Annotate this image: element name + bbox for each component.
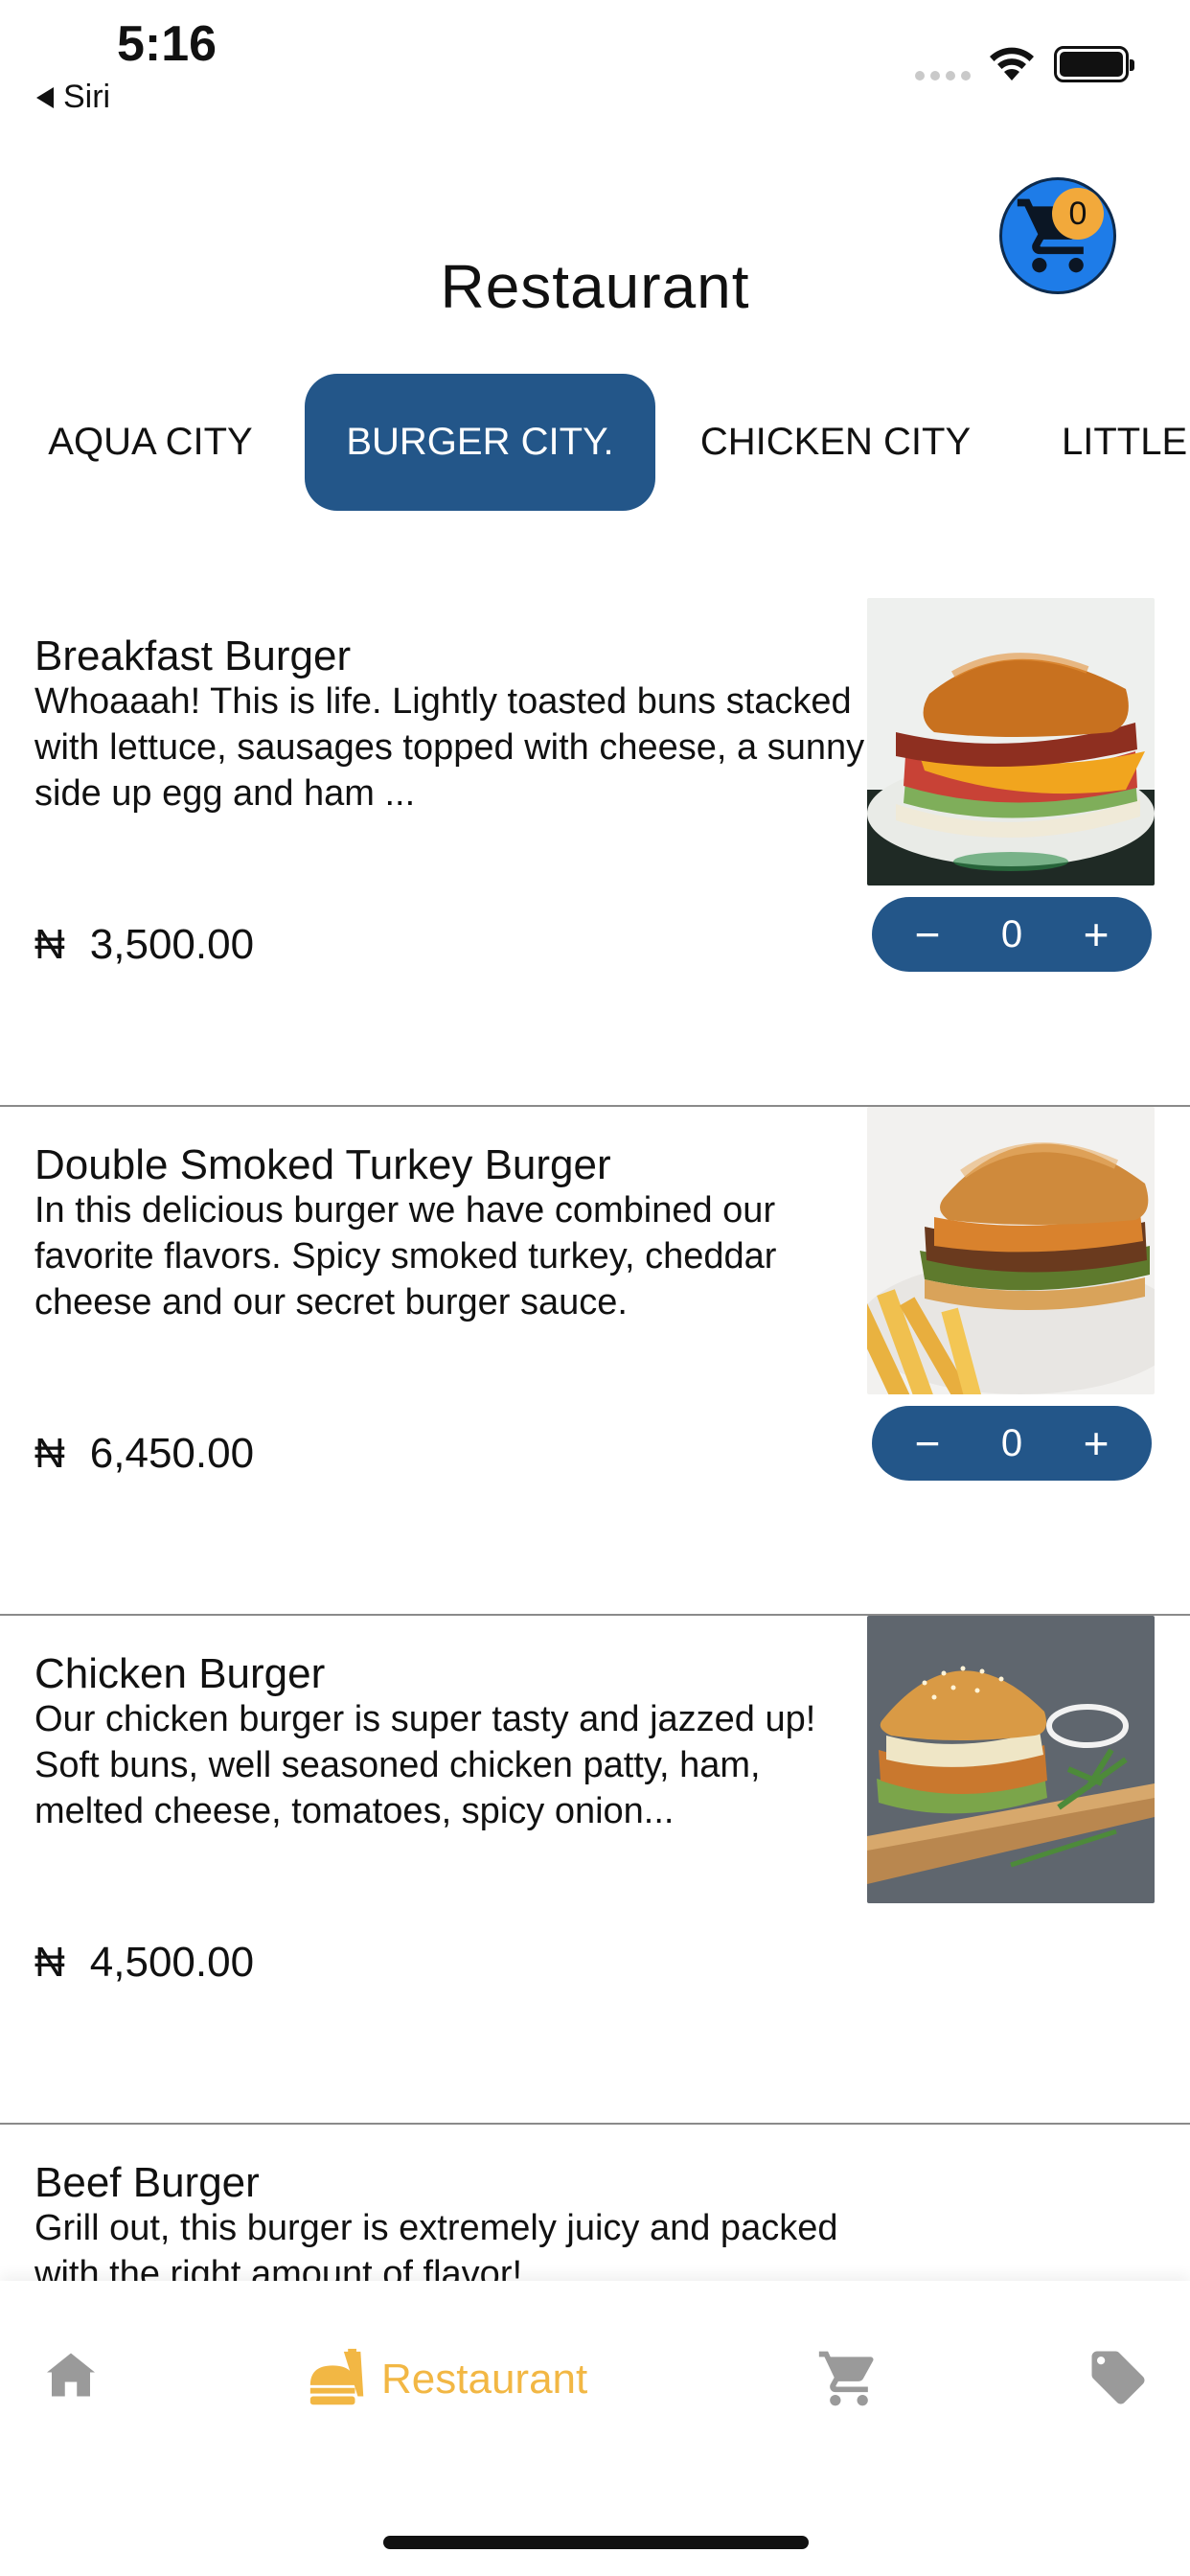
- quantity-stepper[interactable]: − 0 +: [872, 897, 1152, 972]
- restaurant-icon: [309, 2348, 364, 2405]
- item-description: Our chicken burger is super tasty and ja…: [34, 1699, 816, 1831]
- tab-aqua-city[interactable]: AQUA CITY: [21, 374, 280, 511]
- home-icon: [47, 2353, 95, 2397]
- menu-item[interactable]: Breakfast Burger Whoaaah! This is life. …: [0, 598, 1190, 1107]
- quantity-value: 0: [1000, 1421, 1023, 1464]
- nav-restaurant-label: Restaurant: [381, 2356, 588, 2403]
- item-name: Double Smoked Turkey Burger: [34, 1141, 611, 1188]
- category-tabs: AQUA CITY BURGER CITY. CHICKEN CITY LITT…: [0, 374, 1190, 511]
- item-name: Chicken Burger: [34, 1650, 326, 1697]
- home-indicator: [383, 2536, 809, 2549]
- menu-item[interactable]: Double Smoked Turkey Burger In this deli…: [0, 1107, 1190, 1616]
- item-price: ₦ 6,450.00: [34, 1430, 254, 1478]
- currency-symbol: ₦: [34, 1430, 65, 1477]
- tab-burger-city[interactable]: BURGER CITY.: [305, 374, 655, 511]
- back-arrow-icon: [36, 86, 54, 108]
- increase-quantity-button[interactable]: +: [1067, 1417, 1125, 1469]
- tab-little-c[interactable]: LITTLE C: [1062, 374, 1190, 511]
- price-value: 3,500.00: [89, 921, 255, 968]
- nav-cart[interactable]: [816, 2346, 881, 2411]
- item-name: Breakfast Burger: [34, 632, 352, 679]
- wifi-icon: [990, 47, 1034, 80]
- back-to-siri-link[interactable]: Siri: [36, 79, 110, 116]
- decrease-quantity-button[interactable]: −: [899, 1417, 956, 1469]
- menu-item[interactable]: Chicken Burger Our chicken burger is sup…: [0, 1616, 1190, 2125]
- quantity-value: 0: [1000, 912, 1023, 955]
- tab-chicken-city[interactable]: CHICKEN CITY: [682, 374, 989, 511]
- cart-button[interactable]: [999, 177, 1116, 294]
- price-value: 4,500.00: [89, 1939, 255, 1986]
- nav-home[interactable]: [42, 2346, 100, 2404]
- tag-icon: [1091, 2351, 1145, 2404]
- currency-symbol: ₦: [34, 1939, 65, 1986]
- battery-icon: [1054, 46, 1134, 82]
- turkey-burger-image: [867, 1107, 1155, 1394]
- cellular-signal-icon: [915, 71, 971, 80]
- item-price: ₦ 4,500.00: [34, 1939, 254, 1987]
- nav-restaurant[interactable]: Restaurant: [305, 2346, 587, 2413]
- item-name: Beef Burger: [34, 2159, 260, 2206]
- decrease-quantity-button[interactable]: −: [899, 908, 956, 960]
- currency-symbol: ₦: [34, 921, 65, 968]
- back-siri-label: Siri: [63, 79, 111, 115]
- status-bar: 5:16 Siri: [0, 0, 1190, 125]
- breakfast-burger-image: [867, 598, 1155, 886]
- quantity-stepper[interactable]: − 0 +: [872, 1406, 1152, 1481]
- status-time: 5:16: [117, 16, 217, 72]
- item-description: In this delicious burger we have combine…: [34, 1190, 777, 1322]
- item-price: ₦ 3,500.00: [34, 921, 254, 969]
- item-description: Whoaaah! This is life. Lightly toasted b…: [34, 681, 865, 814]
- increase-quantity-button[interactable]: +: [1067, 908, 1125, 960]
- price-value: 6,450.00: [89, 1430, 255, 1477]
- cart-count-badge: 0: [1052, 188, 1104, 240]
- bottom-navigation: Restaurant: [0, 2281, 1190, 2576]
- cart-icon: [818, 2351, 874, 2406]
- nav-deals[interactable]: [1087, 2346, 1150, 2409]
- chicken-burger-image: [867, 1616, 1155, 1903]
